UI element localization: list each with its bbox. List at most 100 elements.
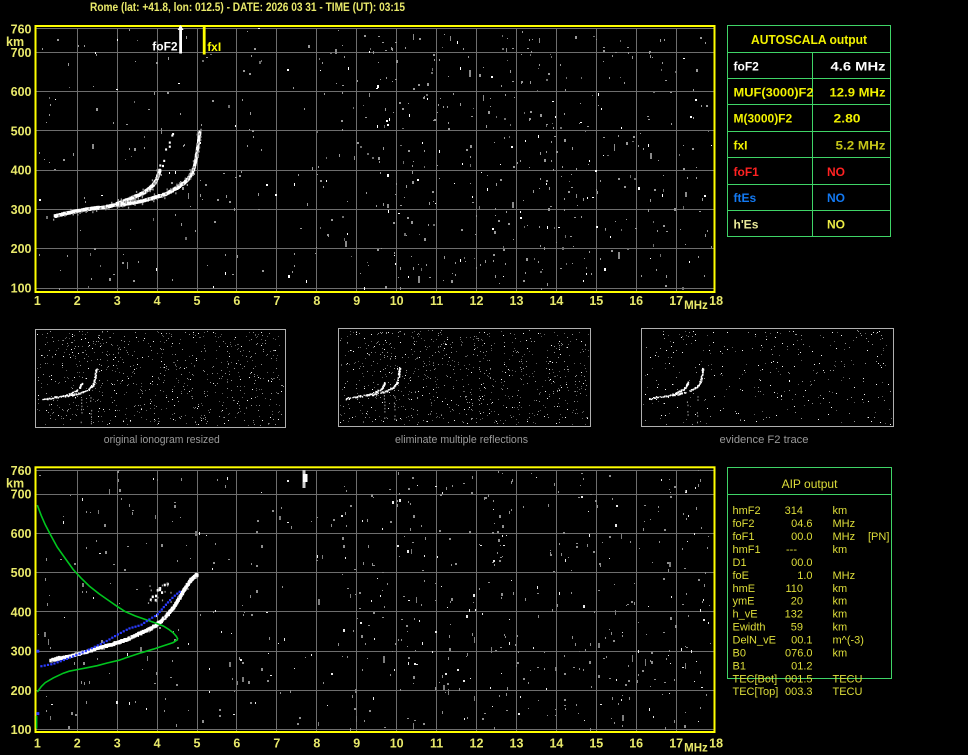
svg-text:M(3000)F2: M(3000)F2	[734, 112, 793, 126]
svg-text:076.0: 076.0	[785, 647, 813, 659]
svg-text:10: 10	[390, 294, 404, 308]
svg-text:m^(-3): m^(-3)	[833, 635, 864, 647]
svg-text:B0: B0	[733, 647, 746, 659]
svg-text:300: 300	[11, 203, 32, 217]
svg-text:11: 11	[430, 294, 443, 308]
svg-text:km: km	[833, 647, 848, 659]
svg-text:8: 8	[313, 737, 320, 751]
svg-text:200: 200	[11, 242, 32, 256]
svg-text:16: 16	[629, 294, 643, 308]
svg-text:MHz: MHz	[833, 518, 856, 530]
svg-text:200: 200	[11, 684, 32, 698]
svg-text:foE: foE	[733, 570, 750, 582]
svg-text:h'Es: h'Es	[734, 217, 759, 231]
svg-text:13: 13	[510, 294, 524, 308]
svg-text:fxI: fxI	[207, 40, 221, 54]
svg-text:Ewidth: Ewidth	[733, 622, 766, 634]
svg-text:MHz: MHz	[833, 570, 856, 582]
svg-text:17: 17	[669, 294, 683, 308]
svg-text:1: 1	[34, 737, 41, 751]
svg-text:17: 17	[669, 737, 683, 751]
svg-text:18: 18	[709, 737, 723, 751]
svg-text:MUF(3000)F2: MUF(3000)F2	[734, 85, 814, 99]
svg-text:4: 4	[154, 294, 161, 308]
svg-text:400: 400	[11, 164, 32, 178]
svg-text:foF2: foF2	[152, 40, 178, 54]
svg-text:h_vE: h_vE	[733, 609, 758, 621]
svg-text:15: 15	[589, 737, 603, 751]
svg-text:hmE: hmE	[733, 583, 756, 595]
svg-text:5.2 MHz: 5.2 MHz	[836, 138, 886, 152]
svg-text:km: km	[6, 477, 24, 491]
svg-text:14: 14	[549, 294, 563, 308]
svg-text:500: 500	[11, 125, 32, 139]
svg-text:[PN]: [PN]	[868, 531, 889, 543]
svg-text:10: 10	[390, 737, 404, 751]
svg-text:500: 500	[11, 566, 32, 580]
svg-text:fxI: fxI	[734, 138, 748, 152]
svg-text:9: 9	[353, 294, 360, 308]
svg-text:100: 100	[11, 282, 32, 296]
svg-text:6: 6	[233, 294, 240, 308]
svg-text:hmF2: hmF2	[733, 505, 761, 517]
svg-text:2: 2	[74, 294, 81, 308]
svg-text:003.3: 003.3	[785, 686, 813, 698]
svg-text:eliminate multiple reflections: eliminate multiple reflections	[395, 434, 528, 446]
svg-text:km: km	[833, 505, 848, 517]
svg-text:16: 16	[629, 737, 643, 751]
svg-text:foF2: foF2	[733, 518, 755, 530]
svg-text:00.0: 00.0	[791, 531, 812, 543]
svg-text:ftEs: ftEs	[734, 191, 757, 205]
svg-text:13: 13	[510, 737, 524, 751]
svg-text:5: 5	[194, 737, 201, 751]
svg-text:110: 110	[785, 583, 803, 595]
svg-text:ymE: ymE	[733, 596, 755, 608]
svg-text:18: 18	[709, 294, 723, 308]
svg-text:1: 1	[34, 294, 41, 308]
svg-text:TEC[Top]: TEC[Top]	[733, 686, 779, 698]
svg-text:MHz: MHz	[684, 300, 708, 312]
svg-text:evidence F2 trace: evidence F2 trace	[720, 434, 809, 446]
svg-text:km: km	[833, 622, 848, 634]
svg-text:300: 300	[11, 645, 32, 659]
svg-text:km: km	[833, 583, 848, 595]
svg-text:7: 7	[273, 294, 280, 308]
svg-text:100: 100	[11, 723, 32, 737]
svg-text:00.1: 00.1	[791, 635, 812, 647]
svg-text:04.6: 04.6	[791, 518, 812, 530]
svg-text:6: 6	[233, 737, 240, 751]
svg-text:km: km	[833, 596, 848, 608]
svg-text:3: 3	[114, 737, 121, 751]
svg-text:59: 59	[791, 622, 803, 634]
svg-text:14: 14	[549, 737, 563, 751]
svg-text:4.6 MHz: 4.6 MHz	[831, 60, 886, 74]
svg-text:NO: NO	[827, 191, 845, 205]
svg-text:3: 3	[114, 294, 121, 308]
svg-text:B1: B1	[733, 660, 746, 672]
svg-text:1.0: 1.0	[797, 570, 812, 582]
svg-text:12: 12	[470, 294, 484, 308]
svg-text:600: 600	[11, 85, 32, 99]
svg-text:15: 15	[589, 294, 603, 308]
svg-text:AUTOSCALA output: AUTOSCALA output	[751, 33, 868, 47]
svg-text:D1: D1	[733, 557, 747, 569]
svg-text:AIP output: AIP output	[782, 477, 838, 491]
svg-text:TECU: TECU	[833, 673, 863, 685]
svg-text:Rome (lat: +41.8, lon: 012.5): Rome (lat: +41.8, lon: 012.5) - DATE: 20…	[90, 2, 406, 14]
svg-text:132: 132	[785, 609, 803, 621]
svg-text:7: 7	[273, 737, 280, 751]
svg-text:foF1: foF1	[733, 531, 755, 543]
svg-text:20: 20	[791, 596, 803, 608]
svg-text:11: 11	[430, 737, 443, 751]
svg-text:MHz: MHz	[833, 531, 856, 543]
svg-text:01.2: 01.2	[791, 660, 812, 672]
svg-text:foF2: foF2	[734, 60, 760, 74]
svg-text:9: 9	[353, 737, 360, 751]
svg-text:TEC[Bot]: TEC[Bot]	[733, 673, 778, 685]
svg-text:2: 2	[74, 737, 81, 751]
svg-text:12: 12	[470, 737, 484, 751]
svg-text:original ionogram resized: original ionogram resized	[104, 434, 220, 446]
svg-text:314: 314	[785, 505, 803, 517]
svg-text:NO: NO	[827, 165, 845, 179]
svg-text:km: km	[833, 609, 848, 621]
